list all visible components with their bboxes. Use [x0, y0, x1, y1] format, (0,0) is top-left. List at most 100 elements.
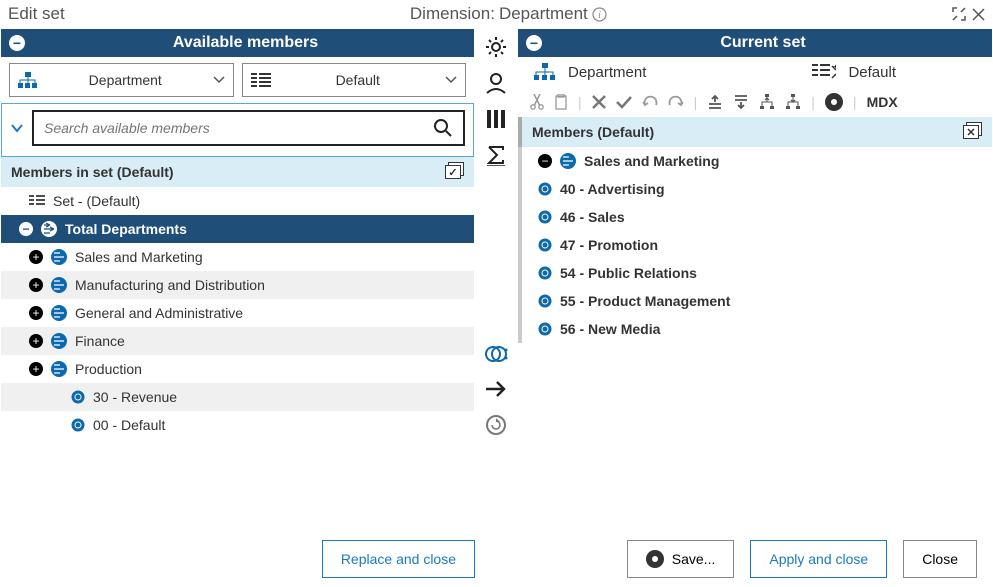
consolidated-icon	[51, 305, 67, 321]
current-item-product-mgmt[interactable]: 55 - Product Management	[522, 287, 992, 315]
hierarchy-selector[interactable]: Department	[9, 63, 234, 97]
consolidated-icon	[51, 277, 67, 293]
leaf-icon	[538, 266, 552, 280]
current-item-sales-marketing[interactable]: − Sales and Marketing	[522, 147, 992, 175]
dialog-header: Edit set Dimension: Department i	[0, 0, 993, 28]
consolidated-icon	[51, 361, 67, 377]
delete-icon[interactable]	[592, 95, 606, 109]
close-button[interactable]: Close	[903, 540, 977, 578]
record-icon[interactable]	[825, 93, 843, 111]
drill-up-icon[interactable]	[759, 94, 775, 110]
select-all-icon[interactable]: ✓	[442, 162, 464, 182]
columns-icon[interactable]	[485, 108, 507, 130]
expand-node-icon[interactable]: +	[29, 250, 43, 264]
consolidated-icon	[41, 221, 57, 237]
expand-above-icon[interactable]	[707, 94, 723, 110]
undo-icon[interactable]	[642, 95, 658, 109]
total-departments-row[interactable]: − Total Departments	[1, 215, 474, 243]
paste-icon[interactable]	[554, 94, 568, 110]
current-item-sales[interactable]: 46 - Sales	[522, 203, 992, 231]
current-item-public-relations[interactable]: 54 - Public Relations	[522, 259, 992, 287]
drill-down-icon[interactable]	[785, 94, 801, 110]
collapse-node-icon[interactable]: −	[19, 222, 33, 236]
leaf-icon	[538, 182, 552, 196]
list-view-icon: ✦	[812, 64, 836, 80]
members-default-header: Members (Default) ✕	[518, 117, 992, 147]
chevron-down-icon	[213, 74, 225, 86]
venn-icon[interactable]	[484, 343, 508, 365]
leaf-icon	[538, 238, 552, 252]
collapse-icon[interactable]: −	[526, 35, 542, 51]
leaf-icon	[71, 418, 85, 432]
sigma-icon[interactable]	[485, 144, 507, 166]
user-icon[interactable]	[485, 72, 507, 94]
close-dialog-icon[interactable]	[972, 8, 985, 21]
tree-item-default[interactable]: 00 - Default	[1, 411, 474, 439]
arrow-right-icon[interactable]	[484, 379, 508, 399]
replace-and-close-button[interactable]: Replace and close	[322, 540, 475, 578]
dialog-title: Edit set	[8, 4, 65, 24]
redo-icon[interactable]	[668, 95, 684, 109]
tree-item-general-admin[interactable]: + General and Administrative	[1, 299, 474, 327]
tree-item-production[interactable]: + Production	[1, 355, 474, 383]
tree-item-manufacturing[interactable]: + Manufacturing and Distribution	[1, 271, 474, 299]
list-icon	[251, 73, 271, 87]
leaf-icon	[538, 210, 552, 224]
apply-and-close-button[interactable]: Apply and close	[750, 540, 887, 578]
expand-search-icon[interactable]	[10, 121, 24, 135]
dialog-footer: Replace and close Save... Apply and clos…	[0, 531, 993, 587]
current-set-panel: − Current set Department ✦ Default | |	[517, 28, 993, 531]
hierarchy-display: Department	[534, 63, 646, 81]
leaf-icon	[71, 390, 85, 404]
set-row[interactable]: Set - (Default)	[1, 187, 474, 215]
expand-node-icon[interactable]: +	[29, 306, 43, 320]
available-members-panel: − Available members Department Default	[0, 28, 475, 531]
current-item-advertising[interactable]: 40 - Advertising	[522, 175, 992, 203]
collapse-icon[interactable]: −	[9, 35, 25, 51]
search-box	[32, 110, 465, 146]
current-set-header: − Current set	[518, 29, 992, 57]
expand-node-icon[interactable]: +	[29, 278, 43, 292]
tree-item-sales-marketing[interactable]: + Sales and Marketing	[1, 243, 474, 271]
leaf-icon	[538, 322, 552, 336]
expand-below-icon[interactable]	[733, 94, 749, 110]
keep-icon[interactable]	[616, 95, 632, 109]
consolidated-icon	[560, 153, 576, 169]
current-item-promotion[interactable]: 47 - Promotion	[522, 231, 992, 259]
middle-toolbar	[475, 28, 517, 531]
save-button[interactable]: Save...	[627, 540, 735, 578]
set-icon	[29, 195, 45, 207]
leaf-icon	[538, 294, 552, 308]
hierarchy-icon	[534, 63, 556, 81]
expand-node-icon[interactable]: +	[29, 334, 43, 348]
expand-node-icon[interactable]: +	[29, 362, 43, 376]
svg-text:i: i	[598, 10, 601, 21]
mdx-button[interactable]: MDX	[867, 94, 898, 110]
search-row	[1, 103, 474, 157]
dimension-label: Dimension: Department i	[65, 4, 952, 24]
current-tree: − Sales and Marketing 40 - Advertising 4…	[518, 147, 992, 343]
search-icon[interactable]	[433, 118, 453, 138]
available-members-header: − Available members	[1, 29, 474, 57]
clear-all-icon[interactable]: ✕	[960, 122, 982, 142]
info-icon[interactable]: i	[592, 7, 607, 22]
gear-icon[interactable]	[485, 36, 507, 58]
current-item-new-media[interactable]: 56 - New Media	[522, 315, 992, 343]
view-selector[interactable]: Default	[242, 63, 467, 97]
hierarchy-icon	[18, 72, 38, 88]
svg-text:✦: ✦	[833, 64, 836, 71]
cut-icon[interactable]	[530, 94, 544, 110]
available-tree: Set - (Default) − Total Departments + Sa…	[1, 187, 474, 439]
view-display: ✦ Default	[812, 64, 896, 81]
search-input[interactable]	[44, 120, 425, 136]
maximize-icon[interactable]	[952, 7, 966, 21]
consolidated-icon	[51, 333, 67, 349]
chevron-down-icon	[445, 74, 457, 86]
tree-item-finance[interactable]: + Finance	[1, 327, 474, 355]
collapse-node-icon[interactable]: −	[538, 154, 552, 168]
current-set-toolbar: | | | | MDX	[518, 87, 992, 117]
refresh-icon[interactable]	[484, 413, 508, 437]
tree-item-revenue[interactable]: 30 - Revenue	[1, 383, 474, 411]
consolidated-icon	[51, 249, 67, 265]
record-icon	[646, 550, 664, 568]
